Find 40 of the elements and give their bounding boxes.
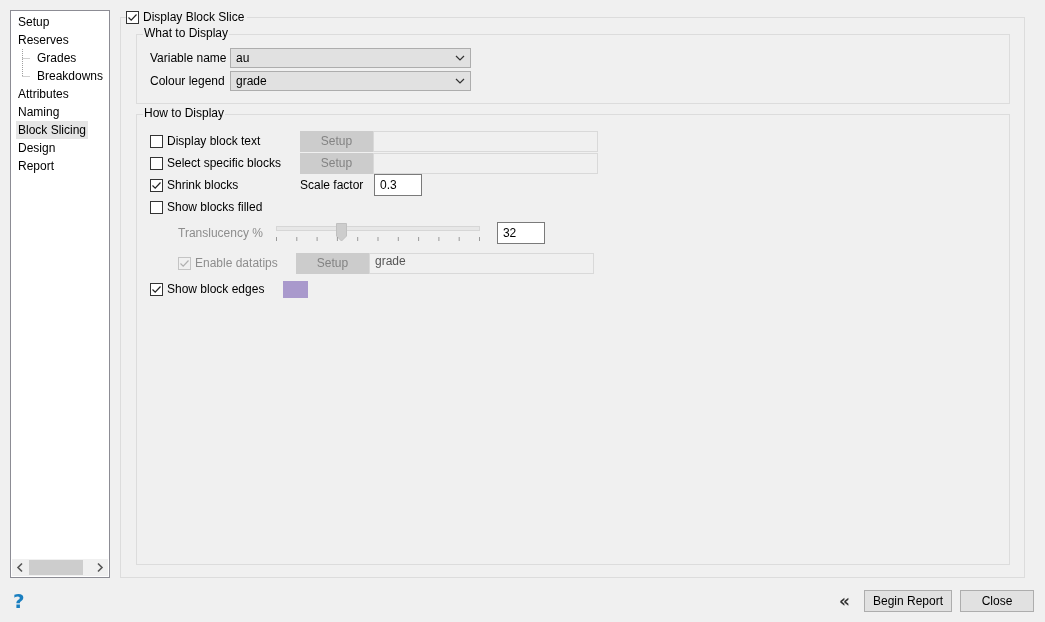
dropdown[interactable]: grade	[230, 71, 471, 91]
checkbox-label: Display Block Slice	[143, 10, 245, 24]
checkbox-label: Shrink blocks	[167, 178, 239, 192]
group-title: What to Display	[143, 26, 230, 40]
dropdown[interactable]: au	[230, 48, 471, 68]
tree-item[interactable]: Attributes	[16, 85, 71, 103]
input-field[interactable]: 0.3	[374, 174, 422, 196]
field-label: Colour legend	[150, 74, 226, 88]
slider[interactable]	[275, 223, 480, 243]
help-icon[interactable]: ?	[13, 589, 25, 613]
slider-label: Translucency %	[178, 226, 263, 240]
tree-item[interactable]: Report	[16, 157, 57, 175]
checkbox[interactable]	[150, 200, 163, 214]
dialog-button[interactable]: Close	[960, 590, 1034, 612]
tree-item[interactable]: Grades	[35, 49, 79, 67]
checkbox[interactable]	[150, 134, 163, 148]
color-swatch[interactable]	[283, 280, 308, 298]
checkbox-label: Display block text	[167, 134, 261, 148]
tree-item[interactable]: Setup	[16, 13, 52, 31]
checkbox-label: Show block edges	[167, 282, 265, 296]
tree-item[interactable]: Design	[16, 139, 58, 157]
checkbox[interactable]	[150, 156, 163, 170]
text-field[interactable]	[373, 152, 598, 174]
collapse-button[interactable]: «	[838, 592, 850, 610]
checkbox-label: Select specific blocks	[167, 156, 282, 170]
checkbox[interactable]	[126, 10, 139, 24]
tree-item[interactable]: Block Slicing	[16, 121, 89, 139]
checkbox[interactable]	[150, 178, 163, 192]
horizontal-scrollbar[interactable]	[12, 559, 108, 576]
tree-item[interactable]: Naming	[16, 103, 62, 121]
tree-item[interactable]: Breakdowns	[35, 67, 106, 85]
checkbox-label: Show blocks filled	[167, 200, 263, 214]
group-title: How to Display	[143, 106, 226, 120]
dialog-button[interactable]: Begin Report	[863, 590, 952, 612]
tree-item[interactable]: Reserves	[16, 31, 71, 49]
checkbox-label: Enable datatips	[195, 256, 278, 270]
checkbox[interactable]	[150, 282, 163, 296]
field-label: Variable name	[150, 51, 228, 65]
text-field[interactable]	[373, 130, 598, 152]
field-label: Scale factor	[300, 178, 365, 192]
